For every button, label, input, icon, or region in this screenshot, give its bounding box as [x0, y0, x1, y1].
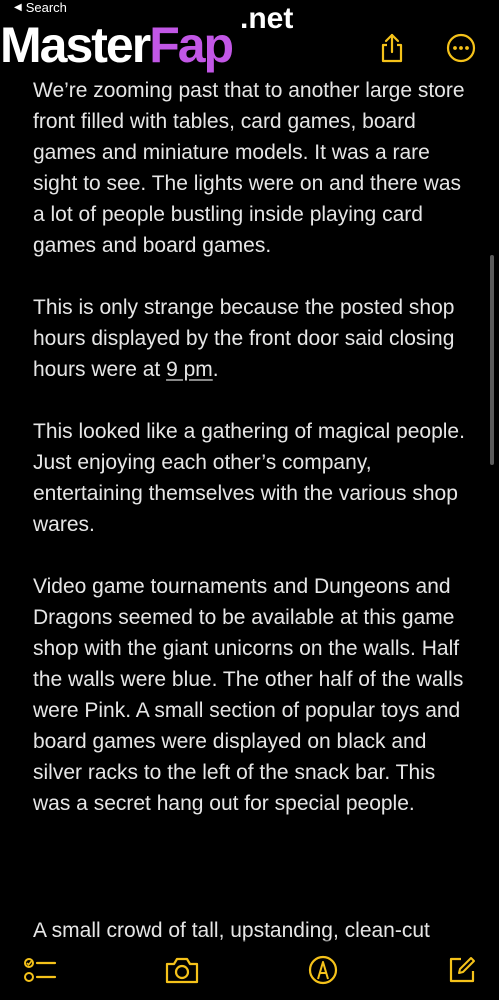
compose-button[interactable]	[444, 952, 480, 988]
scrollbar[interactable]	[490, 255, 494, 465]
note-paragraph: We’re zooming past that to another large…	[33, 79, 465, 257]
share-button[interactable]	[374, 30, 410, 66]
more-button[interactable]	[443, 30, 479, 66]
checklist-button[interactable]	[22, 952, 58, 988]
watermark-logo: .net MasterFap	[0, 2, 310, 78]
note-body[interactable]: We’re zooming past that to another large…	[33, 75, 473, 850]
note-paragraph-end: .	[212, 358, 219, 381]
camera-icon	[165, 957, 199, 984]
note-paragraph-text: This is only strange because the posted …	[33, 296, 455, 381]
watermark-suffix: .net	[240, 2, 294, 35]
note-paragraph: Video game tournaments and Dungeons and …	[33, 575, 464, 815]
markup-button[interactable]	[305, 952, 341, 988]
markup-pen-icon	[308, 955, 338, 985]
note-paragraph: This is only strange because the posted …	[33, 292, 473, 385]
camera-button[interactable]	[164, 952, 200, 988]
watermark-accent: Fap	[149, 17, 234, 73]
bottom-toolbar	[0, 940, 499, 1000]
more-icon	[446, 33, 476, 63]
time-link[interactable]: 9 pm	[166, 358, 213, 381]
compose-icon	[449, 957, 475, 983]
share-icon	[381, 33, 403, 63]
checklist-icon	[24, 958, 57, 982]
watermark-main: Master	[0, 17, 151, 73]
watermark-text: MasterFap	[0, 17, 234, 73]
note-paragraph: This looked like a gathering of magical …	[33, 420, 465, 536]
